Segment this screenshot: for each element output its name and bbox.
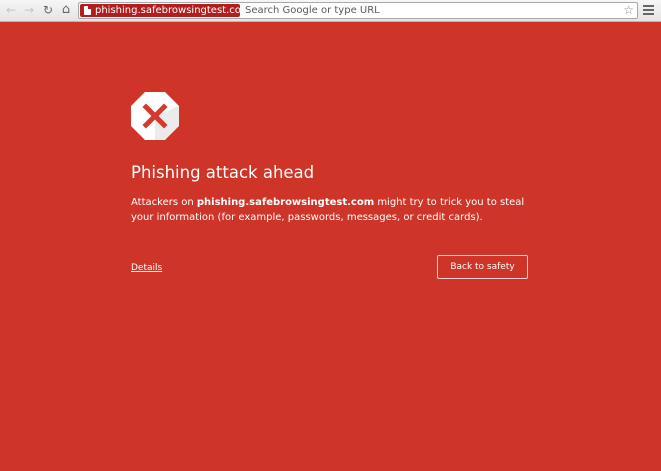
browser-toolbar: ← → ↻ ⌂ phishing.safebrowsingtest.com ☆	[0, 0, 661, 22]
forward-arrow-icon[interactable]: →	[22, 3, 36, 17]
home-icon[interactable]: ⌂	[59, 3, 73, 17]
back-arrow-icon[interactable]: ←	[4, 3, 18, 17]
security-chip[interactable]: phishing.safebrowsingtest.com	[80, 4, 251, 17]
page-title: Phishing attack ahead	[131, 163, 315, 182]
hamburger-menu-icon[interactable]	[643, 5, 654, 15]
red-x-octagon-icon	[131, 92, 179, 140]
back-to-safety-button[interactable]: Back to safety	[437, 255, 528, 279]
chip-domain: phishing.safebrowsingtest.com	[95, 5, 251, 16]
description-domain: phishing.safebrowsingtest.com	[196, 197, 375, 208]
reload-icon[interactable]: ↻	[41, 3, 55, 17]
warning-description: Attackers on phishing.safebrowsingtest.c…	[131, 195, 531, 225]
star-icon[interactable]: ☆	[623, 3, 634, 18]
description-prefix: Attackers on	[131, 197, 197, 208]
address-bar[interactable]: phishing.safebrowsingtest.com ☆	[78, 2, 638, 19]
page-icon	[84, 6, 91, 15]
details-link[interactable]: Details	[131, 262, 162, 274]
omnibox-input[interactable]	[245, 3, 615, 18]
